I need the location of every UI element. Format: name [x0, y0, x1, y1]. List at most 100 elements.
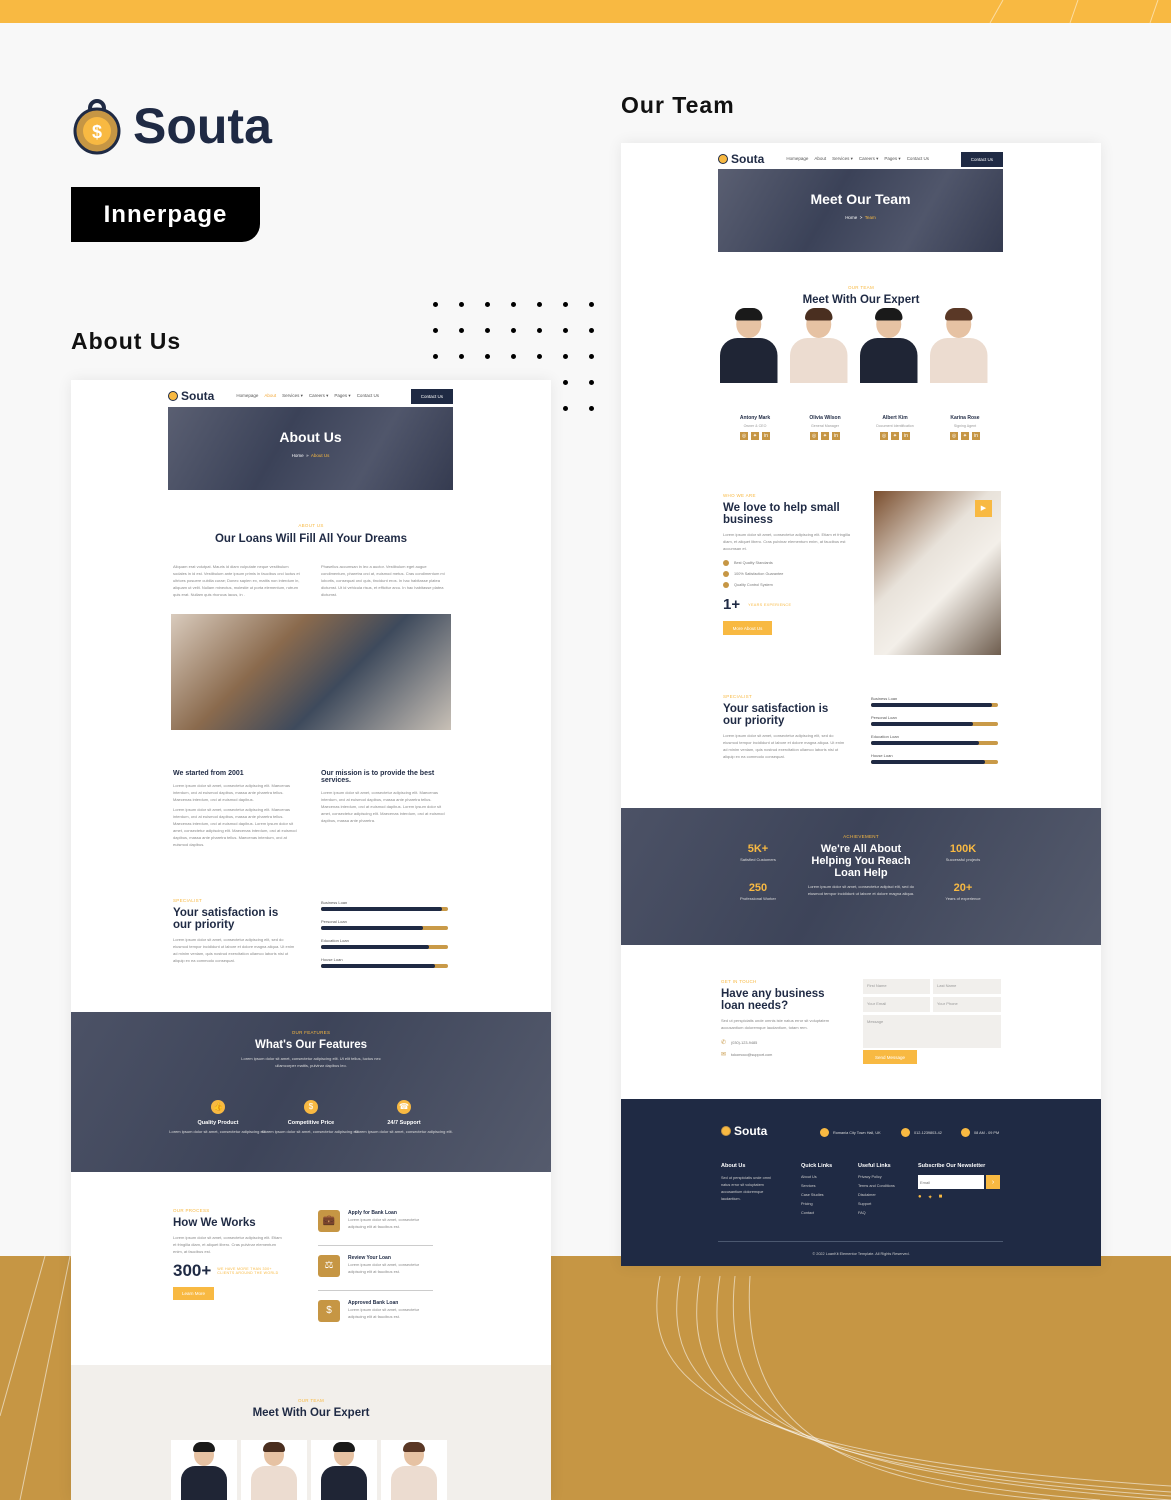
- nav-homepage[interactable]: Homepage: [236, 393, 258, 399]
- features-title: What's Our Features: [254, 1039, 367, 1051]
- stat-value: 250: [748, 882, 768, 894]
- footer-link[interactable]: About Us: [801, 1175, 832, 1179]
- progress-label: Business Loan: [871, 696, 898, 701]
- footer-link[interactable]: Privacy Policy: [858, 1175, 895, 1179]
- footer-hours: 08 AM - 09 PM: [961, 1128, 999, 1137]
- linkedin-icon[interactable]: in: [902, 432, 910, 440]
- top-accent-bar: [0, 0, 1171, 24]
- progress-label: Education Loan: [871, 734, 899, 739]
- nav-about[interactable]: About: [814, 156, 826, 162]
- footer-link[interactable]: Case Studies: [801, 1193, 832, 1197]
- stat-label: Years of experience: [945, 896, 981, 901]
- nav-careers[interactable]: Careers ▾: [859, 156, 879, 162]
- progress-fill: [871, 760, 986, 764]
- nav-contact[interactable]: Contact Us: [907, 156, 929, 162]
- instagram-icon[interactable]: ◎: [740, 432, 748, 440]
- instagram-icon[interactable]: ◎: [880, 432, 888, 440]
- email-input[interactable]: Your Email: [863, 997, 930, 1012]
- years-label: Years Experience: [748, 602, 792, 607]
- phone-text[interactable]: (030)-123-9485: [731, 1041, 757, 1045]
- progress-fill: [321, 945, 429, 949]
- breadcrumb-home[interactable]: Home: [845, 215, 857, 220]
- contact-us-button[interactable]: Contact Us: [960, 151, 1003, 167]
- nav-logo-text: Souta: [731, 152, 765, 166]
- nav-logo[interactable]: Souta: [168, 389, 214, 403]
- progress-track: [321, 945, 448, 949]
- quick-links: Quick Links About Us Services Case Studies…: [801, 1163, 832, 1220]
- footer-logo[interactable]: Souta: [721, 1124, 767, 1138]
- who-eyebrow: Who We Are: [723, 493, 756, 498]
- check-label: Quality Control System: [734, 583, 773, 587]
- breadcrumb-home[interactable]: Home: [292, 453, 304, 458]
- linkedin-icon[interactable]: in: [762, 432, 770, 440]
- newsletter-title: Subscribe Our Newsletter: [918, 1163, 986, 1169]
- about-text-left: Aliquam erat volutpat. Mauris id diam vu…: [173, 564, 300, 597]
- nav-careers[interactable]: Careers ▾: [309, 393, 329, 399]
- nav-services[interactable]: Services ▾: [832, 156, 853, 162]
- mission-title: Our mission is to provide the best servi…: [321, 770, 435, 784]
- client-count-label: We have more than 300+ clients around th…: [217, 1267, 279, 1275]
- footer-phone: 012-1239803-42: [901, 1128, 942, 1137]
- nav-logo[interactable]: Souta: [718, 152, 764, 166]
- twitter-icon[interactable]: ✦: [891, 432, 899, 440]
- message-textarea[interactable]: Message: [863, 1015, 1001, 1048]
- email-text[interactable]: tokomoco@support.com: [731, 1053, 772, 1057]
- progress-track: [871, 703, 998, 707]
- progress-track: [871, 760, 998, 764]
- play-video-button[interactable]: ▶: [975, 500, 992, 517]
- footer-link[interactable]: Disclaimer: [858, 1193, 895, 1197]
- useful-links-title: Useful Links: [858, 1163, 891, 1169]
- footer-link[interactable]: Contact: [801, 1211, 832, 1215]
- newsletter-submit-button[interactable]: ›: [986, 1175, 1000, 1189]
- progress-fill: [871, 703, 992, 707]
- instagram-icon[interactable]: ◎: [950, 432, 958, 440]
- nav-logo-text: Souta: [181, 389, 215, 403]
- member-photo: [930, 308, 1000, 413]
- linkedin-icon[interactable]: in: [972, 432, 980, 440]
- first-name-input[interactable]: First Name: [863, 979, 930, 994]
- nav-services[interactable]: Services ▾: [282, 393, 303, 399]
- years-count: 1+: [723, 596, 741, 613]
- twitter-icon[interactable]: ✦: [928, 1194, 933, 1201]
- progress-row: House Loan: [321, 957, 448, 968]
- more-about-us-button[interactable]: More About Us: [723, 621, 772, 635]
- footer-address: Romania City Town Hall, UK: [820, 1128, 881, 1137]
- nav-pages[interactable]: Pages ▾: [884, 156, 900, 162]
- satisfaction-eyebrow: Specialist: [173, 898, 203, 903]
- breadcrumb: Home > Team: [718, 215, 1003, 220]
- facebook-icon[interactable]: ●: [918, 1194, 922, 1201]
- footer-link[interactable]: Pricing: [801, 1202, 832, 1206]
- last-name-input[interactable]: Last Name: [933, 979, 1001, 994]
- feature-support: ☎ 24/7 Support Lorem ipsum dolor sit amet,…: [349, 1100, 459, 1135]
- footer-link[interactable]: Support: [858, 1202, 895, 1206]
- footer-link[interactable]: FAQ: [858, 1211, 895, 1215]
- footer-link[interactable]: Services: [801, 1184, 832, 1188]
- linkedin-icon[interactable]: ■: [939, 1194, 943, 1201]
- twitter-icon[interactable]: ✦: [751, 432, 759, 440]
- instagram-icon[interactable]: ◎: [810, 432, 818, 440]
- linkedin-icon[interactable]: in: [832, 432, 840, 440]
- contact-us-button[interactable]: Contact Us: [410, 388, 453, 404]
- member-photo: [860, 308, 930, 413]
- nav-homepage[interactable]: Homepage: [786, 156, 808, 162]
- progress-label: Education Loan: [321, 938, 349, 943]
- newsletter-email-input[interactable]: [918, 1175, 984, 1189]
- nav-about[interactable]: About: [264, 393, 276, 399]
- send-message-button[interactable]: Send Message: [863, 1050, 917, 1064]
- about-us-label: About Us: [71, 328, 182, 354]
- phone-input[interactable]: Your Phone: [933, 997, 1001, 1012]
- who-title: We love to help small business: [723, 502, 840, 526]
- stat-value: 5K+: [747, 843, 769, 855]
- history-text-2: Lorem ipsum dolor sit amet, consectetur …: [173, 807, 297, 847]
- nav-contact[interactable]: Contact Us: [357, 393, 379, 399]
- footer-link[interactable]: Terms and Conditions: [858, 1184, 895, 1188]
- nav-pages[interactable]: Pages ▾: [334, 393, 350, 399]
- step-text: Lorem ipsum dolor sit amet, consectetur …: [348, 1262, 420, 1274]
- learn-more-button[interactable]: Learn More: [173, 1287, 214, 1300]
- twitter-icon[interactable]: ✦: [821, 432, 829, 440]
- progress-fill: [321, 926, 423, 930]
- satisfaction-text: Lorem ipsum dolor sit amet, consectetur …: [173, 937, 295, 963]
- satisfaction-text: Lorem ipsum dolor sit amet, consectetur …: [723, 733, 845, 759]
- twitter-icon[interactable]: ✦: [961, 432, 969, 440]
- process-step: 💼 Apply for Bank Loan Lorem ipsum dolor si…: [318, 1210, 433, 1232]
